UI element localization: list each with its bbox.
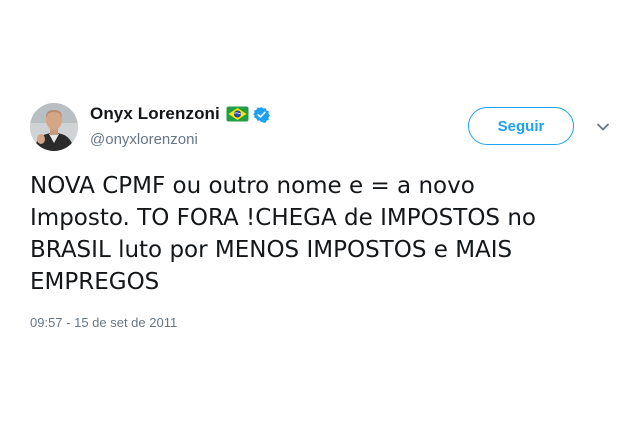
tweet-card: Onyx Lorenzoni @onyxlorenzoni Seguir NOV… [0,0,636,424]
follow-button[interactable]: Seguir [468,107,574,145]
avatar-photo [30,103,78,151]
verified-badge-icon [252,106,270,123]
avatar[interactable] [30,103,78,151]
chevron-down-icon[interactable] [596,120,610,134]
author-handle[interactable]: @onyxlorenzoni [90,131,198,148]
display-name[interactable]: Onyx Lorenzoni [90,104,220,124]
author-name-row: Onyx Lorenzoni [90,103,270,125]
tweet-text: NOVA CPMF ou outro nome e = a novo Impos… [30,173,536,295]
tweet-timestamp[interactable]: 09:57 - 15 de set de 2011 [30,315,177,330]
brazil-flag-icon [226,106,249,122]
